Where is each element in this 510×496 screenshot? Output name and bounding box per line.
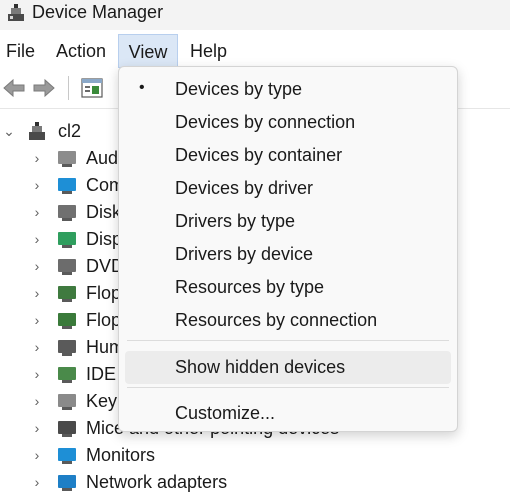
menu-separator (127, 340, 449, 341)
menu-bar: File Action View Help (0, 34, 510, 68)
menu-item-customize[interactable]: Customize... (125, 397, 451, 430)
menu-item-devices-by-type[interactable]: • Devices by type (125, 73, 451, 106)
mouse-icon (58, 421, 76, 437)
chevron-right-icon[interactable]: › (30, 420, 44, 436)
device-manager-icon (8, 4, 24, 21)
display-adapter-icon (58, 232, 76, 248)
disk-drive-icon (58, 205, 76, 221)
chevron-down-icon[interactable]: ⌄ (2, 123, 16, 139)
radio-bullet-icon: • (139, 79, 145, 96)
back-arrow-icon[interactable] (2, 76, 26, 100)
menu-item-label: Devices by container (175, 145, 343, 165)
tree-item[interactable]: › Network adapters (0, 469, 510, 496)
menu-item-devices-by-connection[interactable]: Devices by connection (125, 106, 451, 139)
menu-item-label: Resources by connection (175, 310, 378, 330)
menu-item-resources-by-connection[interactable]: Resources by connection (125, 304, 451, 337)
window-title: Device Manager (32, 2, 164, 22)
hid-icon (58, 340, 76, 356)
floppy-controller-icon (58, 286, 76, 302)
menu-item-drivers-by-device[interactable]: Drivers by device (125, 238, 451, 271)
chevron-right-icon[interactable]: › (30, 474, 44, 490)
speaker-icon (58, 151, 76, 167)
menu-file[interactable]: File (0, 34, 41, 68)
chevron-right-icon[interactable]: › (30, 285, 44, 301)
menu-separator (127, 387, 449, 388)
tree-item[interactable]: › Monitors (0, 442, 510, 469)
chevron-right-icon[interactable]: › (30, 177, 44, 193)
computer-icon (58, 178, 76, 194)
chevron-right-icon[interactable]: › (30, 366, 44, 382)
ide-controller-icon (58, 367, 76, 383)
menu-item-devices-by-container[interactable]: Devices by container (125, 139, 451, 172)
network-adapter-icon (58, 475, 76, 491)
menu-item-label: Devices by connection (175, 112, 356, 132)
chevron-right-icon[interactable]: › (30, 204, 44, 220)
floppy-drive-icon (58, 313, 76, 329)
menu-item-label: Resources by type (175, 277, 325, 297)
chevron-right-icon[interactable]: › (30, 339, 44, 355)
monitor-icon (58, 448, 76, 464)
chevron-right-icon[interactable]: › (30, 258, 44, 274)
toolbar-separator (68, 76, 69, 100)
chevron-right-icon[interactable]: › (30, 312, 44, 328)
menu-item-drivers-by-type[interactable]: Drivers by type (125, 205, 451, 238)
menu-item-label: Devices by driver (175, 178, 314, 198)
title-bar: Device Manager (0, 0, 510, 30)
dvd-drive-icon (58, 259, 76, 275)
menu-view[interactable]: View (118, 34, 178, 68)
view-menu-dropdown: • Devices by type Devices by connection Dev… (118, 66, 458, 432)
menu-item-devices-by-driver[interactable]: Devices by driver (125, 172, 451, 205)
tree-root-label: cl2 (58, 121, 82, 141)
menu-action[interactable]: Action (50, 34, 112, 68)
tree-item-label: Network adapters (86, 472, 228, 492)
chevron-right-icon[interactable]: › (30, 393, 44, 409)
menu-item-label: Drivers by type (175, 211, 296, 231)
menu-help[interactable]: Help (184, 34, 233, 68)
menu-item-label: Drivers by device (175, 244, 314, 264)
chevron-right-icon[interactable]: › (30, 231, 44, 247)
tree-item-label: Monitors (86, 445, 156, 465)
forward-arrow-icon[interactable] (32, 76, 56, 100)
menu-item-show-hidden-devices[interactable]: Show hidden devices (125, 351, 451, 384)
properties-icon[interactable] (80, 76, 104, 100)
menu-item-resources-by-type[interactable]: Resources by type (125, 271, 451, 304)
menu-item-label: Devices by type (175, 79, 303, 99)
chevron-right-icon[interactable]: › (30, 447, 44, 463)
keyboard-icon (58, 394, 76, 410)
computer-root-icon (29, 122, 45, 140)
chevron-right-icon[interactable]: › (30, 150, 44, 166)
